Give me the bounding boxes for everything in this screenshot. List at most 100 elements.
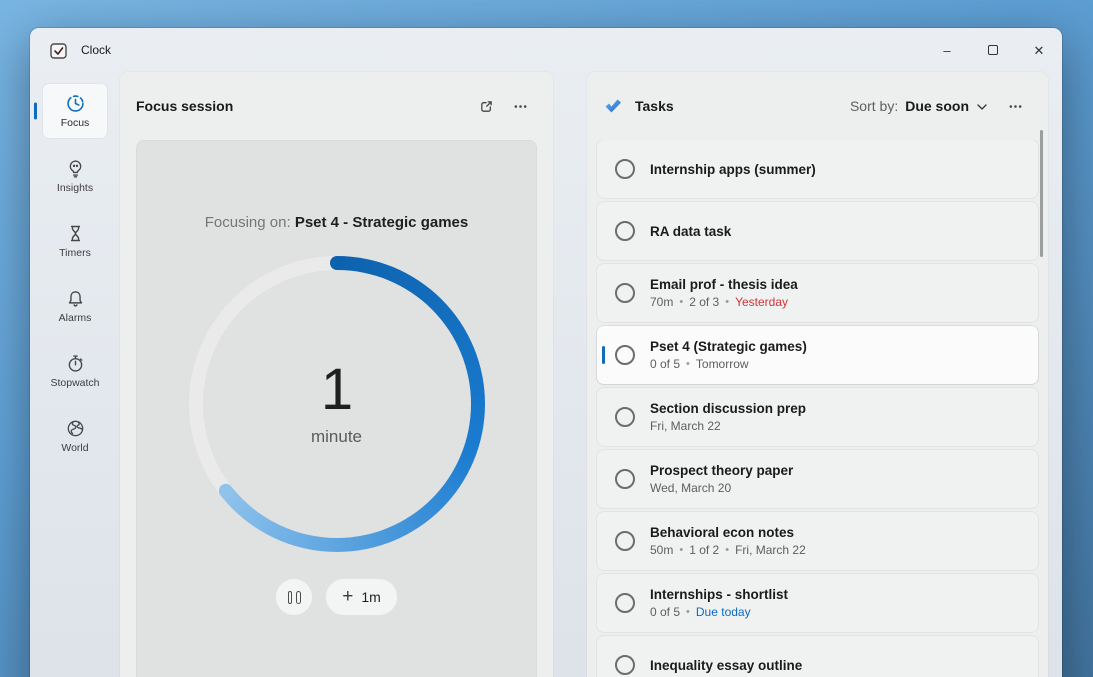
task-complete-checkbox[interactable] (615, 159, 635, 179)
task-title: Internship apps (summer) (650, 162, 816, 177)
task-list: Internship apps (summer) RA data task Emai… (587, 140, 1048, 677)
task-text: Inequality essay outline (650, 658, 802, 673)
task-complete-checkbox[interactable] (615, 283, 635, 303)
task-title: Internships - shortlist (650, 587, 788, 602)
sort-by-value: Due soon (905, 98, 969, 114)
task-complete-checkbox[interactable] (615, 655, 635, 675)
meta-separator: • (686, 606, 690, 618)
alarms-icon (65, 288, 86, 309)
task-meta-segment: Tomorrow (696, 357, 749, 371)
task-item[interactable]: Pset 4 (Strategic games)0 of 5•Tomorrow (597, 326, 1038, 384)
selected-indicator-pill (34, 103, 37, 120)
task-meta-segment: 0 of 5 (650, 605, 680, 619)
sort-by-label: Sort by: (850, 98, 898, 114)
task-complete-checkbox[interactable] (615, 593, 635, 613)
focus-panel-title: Focus session (136, 98, 233, 114)
sidebar-nav: Focus Insights Timers Alarms Stopwatch World (30, 72, 120, 677)
task-title: Inequality essay outline (650, 658, 802, 673)
task-meta: 0 of 5 • Due today (650, 605, 788, 619)
meta-separator: • (686, 358, 690, 370)
task-meta-segment: 50m (650, 543, 673, 557)
popout-icon (478, 98, 495, 115)
tasks-panel-title: Tasks (635, 98, 674, 114)
add-minute-label: 1m (361, 589, 380, 605)
maximize-button[interactable] (970, 28, 1016, 72)
pause-icon (288, 591, 301, 604)
focus-panel-header: Focus session (120, 72, 553, 140)
sidebar-item-label: Alarms (59, 312, 92, 324)
meta-separator: • (679, 296, 683, 308)
task-title: RA data task (650, 224, 731, 239)
task-item[interactable]: RA data task (597, 202, 1038, 260)
task-meta-segment: Fri, March 22 (735, 543, 806, 557)
sidebar-item-alarms[interactable]: Alarms (43, 279, 107, 333)
task-meta-segment: 2 of 3 (689, 295, 719, 309)
close-button[interactable]: ✕ (1016, 28, 1062, 72)
task-item[interactable]: Email prof - thesis idea70m•2 of 3•Yeste… (597, 264, 1038, 322)
task-item[interactable]: Inequality essay outline (597, 636, 1038, 677)
sidebar-item-label: Stopwatch (50, 377, 99, 389)
task-complete-checkbox[interactable] (615, 345, 635, 365)
task-meta: Wed, March 20 (650, 481, 793, 495)
insights-icon (65, 158, 86, 179)
sort-by-dropdown[interactable]: Sort by: Due soon (850, 98, 988, 114)
timers-icon (65, 223, 86, 244)
task-item[interactable]: Behavioral econ notes50m•1 of 2•Fri, Mar… (597, 512, 1038, 570)
tasks-scrollbar[interactable] (1040, 130, 1043, 257)
tasks-panel: Tasks Sort by: Due soon Internship apps … (587, 72, 1048, 677)
task-complete-checkbox[interactable] (615, 531, 635, 551)
task-text: RA data task (650, 224, 731, 239)
minimize-button[interactable]: – (924, 28, 970, 72)
task-meta-segment: Fri, March 22 (650, 419, 721, 433)
task-title: Email prof - thesis idea (650, 277, 798, 292)
focusing-on-task-name: Pset 4 - Strategic games (295, 214, 468, 231)
tasks-panel-header: Tasks Sort by: Due soon (587, 72, 1048, 140)
app-title: Clock (81, 43, 111, 57)
task-item[interactable]: Internship apps (summer) (597, 140, 1038, 198)
task-item[interactable]: Prospect theory paperWed, March 20 (597, 450, 1038, 508)
focus-more-button[interactable] (503, 91, 537, 121)
more-options-icon (512, 98, 529, 115)
task-complete-checkbox[interactable] (615, 407, 635, 427)
sidebar-item-stopwatch[interactable]: Stopwatch (43, 344, 107, 398)
task-due-due-today: Due today (696, 605, 751, 619)
chevron-down-icon (976, 99, 988, 113)
selected-task-indicator-pill (602, 346, 605, 364)
task-text: Prospect theory paperWed, March 20 (650, 463, 793, 495)
task-meta: 50m•1 of 2•Fri, March 22 (650, 543, 806, 557)
add-one-minute-button[interactable]: + 1m (325, 578, 398, 616)
focusing-on-line: Focusing on: Pset 4 - Strategic games (205, 212, 468, 234)
window-content: FocusInsightsTimersAlarmsStopwatchWorld … (30, 72, 1062, 677)
task-meta: 70m•2 of 3•Yesterday (650, 295, 798, 309)
task-title: Pset 4 (Strategic games) (650, 339, 807, 354)
tasks-more-button[interactable] (998, 91, 1032, 121)
meta-separator: • (725, 544, 729, 556)
task-complete-checkbox[interactable] (615, 221, 635, 241)
pause-button[interactable] (275, 578, 313, 616)
task-meta-segment: 70m (650, 295, 673, 309)
close-icon: ✕ (1034, 44, 1045, 57)
meta-separator: • (725, 296, 729, 308)
tasks-title-row: Tasks (603, 96, 674, 116)
sidebar-item-label: Insights (57, 182, 93, 194)
panel-gap (553, 72, 587, 677)
sidebar-item-insights[interactable]: Insights (43, 149, 107, 203)
minimize-icon: – (943, 44, 950, 57)
sidebar-item-world[interactable]: World (43, 409, 107, 463)
task-text: Internship apps (summer) (650, 162, 816, 177)
world-icon (65, 418, 86, 439)
task-complete-checkbox[interactable] (615, 469, 635, 489)
sidebar-item-focus[interactable]: Focus (43, 84, 107, 138)
maximize-icon (988, 45, 998, 55)
sidebar-item-timers[interactable]: Timers (43, 214, 107, 268)
clock-app-window: Clock – ✕ Focus Insights Timers Alarms Stopw… (30, 28, 1062, 677)
expand-focus-button[interactable] (469, 91, 503, 121)
focus-controls: + 1m (275, 578, 398, 616)
focus-session-card: Focusing on: Pset 4 - Strategic games 1 … (136, 140, 537, 677)
more-options-icon (1007, 98, 1024, 115)
task-item[interactable]: Internships - shortlist 0 of 5 • Due today (597, 574, 1038, 632)
task-item[interactable]: Section discussion prepFri, March 22 (597, 388, 1038, 446)
clock-app-icon (50, 42, 67, 59)
meta-separator: • (679, 544, 683, 556)
task-meta-segment: Wed, March 20 (650, 481, 731, 495)
